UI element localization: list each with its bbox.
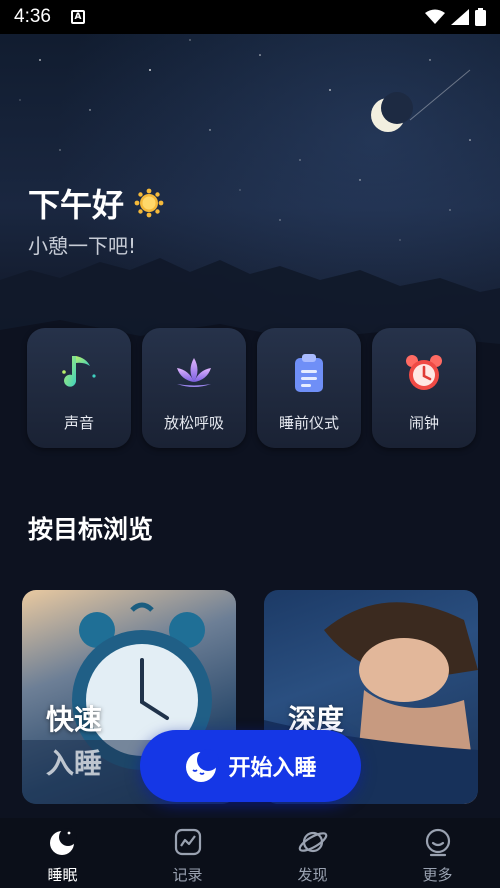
notification-icon: A (70, 10, 85, 24)
smile-icon (425, 828, 450, 857)
clipboard-icon (295, 354, 323, 392)
quick-action-bedtime-ritual[interactable]: 睡前仪式 (257, 328, 361, 448)
quick-action-label: 声音 (63, 414, 94, 432)
sun-icon (134, 188, 164, 218)
quick-actions: 声音 放松呼吸 睡前仪式 闹钟 (27, 328, 476, 448)
nav-item-more[interactable]: 更多 (375, 818, 500, 888)
quick-action-sound[interactable]: 声音 (27, 328, 131, 448)
status-time: 4:36 (14, 6, 51, 27)
lotus-icon (177, 358, 211, 387)
battery-icon (475, 8, 486, 26)
moon-face-icon (186, 749, 220, 782)
nav-item-label: 发现 (297, 866, 328, 884)
greeting-text: 下午好 (28, 186, 125, 224)
bottom-navigation: 睡眠 记录 发现 更多 (0, 818, 500, 888)
chart-icon (174, 828, 201, 856)
music-note-icon (62, 356, 96, 387)
quick-action-label: 睡前仪式 (278, 414, 339, 432)
quick-action-label: 放松呼吸 (163, 414, 224, 432)
status-bar: 4:36 A (0, 0, 500, 34)
nav-item-sleep[interactable]: 睡眠 (0, 818, 125, 888)
greeting-title: 下午好 (28, 180, 164, 226)
greeting-subtitle: 小憩一下吧! (28, 234, 137, 258)
start-sleep-label: 开始入睡 (228, 756, 317, 781)
start-sleep-button[interactable]: 开始入睡 (140, 730, 361, 802)
nav-item-discover[interactable]: 发现 (250, 818, 375, 888)
browse-section-title: 按目标浏览 (28, 515, 154, 544)
crescent-moon-icon (371, 92, 413, 132)
quick-action-breathing[interactable]: 放松呼吸 (142, 328, 246, 448)
nav-item-label: 睡眠 (47, 866, 78, 884)
signal-icon (451, 9, 469, 25)
alarm-clock-icon (406, 355, 442, 390)
goal-card-subtitle: 入睡 (46, 747, 103, 780)
wifi-icon (425, 9, 445, 24)
planet-icon (298, 831, 327, 853)
nav-item-label: 更多 (422, 866, 453, 884)
goal-card-title: 快速 (46, 703, 103, 736)
nav-item-records[interactable]: 记录 (125, 818, 250, 888)
moon-icon (49, 828, 77, 855)
quick-action-alarm[interactable]: 闹钟 (372, 328, 476, 448)
nav-item-label: 记录 (172, 866, 203, 884)
quick-action-label: 闹钟 (408, 414, 439, 432)
